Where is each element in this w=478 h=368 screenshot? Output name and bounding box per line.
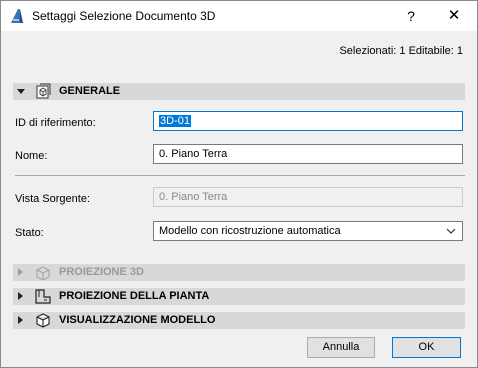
section-label: VISUALIZZAZIONE MODELLO (59, 314, 216, 326)
id-input[interactable]: 3D-01 (153, 111, 463, 131)
help-button[interactable]: ? (391, 1, 431, 31)
vista-label: Vista Sorgente: (15, 193, 91, 205)
id-label: ID di riferimento: (15, 117, 96, 129)
section-visualizzazione-modello[interactable]: VISUALIZZAZIONE MODELLO (13, 312, 465, 329)
expand-arrow-icon (17, 89, 25, 94)
expand-arrow-icon (18, 316, 23, 324)
section-label: PROIEZIONE 3D (59, 266, 144, 278)
stato-dropdown[interactable]: Modello con ricostruzione automatica (153, 221, 463, 241)
3d-document-icon (36, 83, 51, 99)
floor-plan-icon (35, 289, 51, 304)
title-bar: Settaggi Selezione Documento 3D ? ✕ (1, 1, 477, 31)
ok-button[interactable]: OK (392, 337, 461, 358)
3d-projection-icon (36, 266, 50, 281)
nome-value: 0. Piano Terra (159, 148, 228, 160)
separator (15, 175, 465, 176)
archicad-icon (11, 9, 23, 23)
vista-field: 0. Piano Terra (153, 187, 463, 207)
expand-arrow-icon (18, 268, 23, 276)
id-value: 3D-01 (159, 115, 191, 127)
section-generale[interactable]: GENERALE (13, 83, 465, 100)
stato-value: Modello con ricostruzione automatica (159, 225, 341, 237)
section-label: GENERALE (59, 85, 121, 97)
stato-label: Stato: (15, 227, 44, 239)
vista-value: 0. Piano Terra (159, 191, 228, 203)
nome-label: Nome: (15, 150, 48, 162)
section-proiezione-3d: PROIEZIONE 3D (13, 264, 465, 281)
section-proiezione-pianta[interactable]: PROIEZIONE DELLA PIANTA (13, 288, 465, 305)
window-title: Settaggi Selezione Documento 3D (32, 9, 216, 23)
dialog-window: Settaggi Selezione Documento 3D ? ✕ Sele… (0, 0, 478, 368)
nome-input[interactable]: 0. Piano Terra (153, 144, 463, 164)
section-label: PROIEZIONE DELLA PIANTA (59, 290, 210, 302)
model-cube-icon (36, 313, 50, 328)
selection-info: Selezionati: 1 Editabile: 1 (339, 45, 463, 57)
cancel-button[interactable]: Annulla (307, 337, 375, 358)
close-button[interactable]: ✕ (431, 1, 477, 31)
chevron-down-icon (446, 228, 456, 234)
expand-arrow-icon (18, 292, 23, 300)
